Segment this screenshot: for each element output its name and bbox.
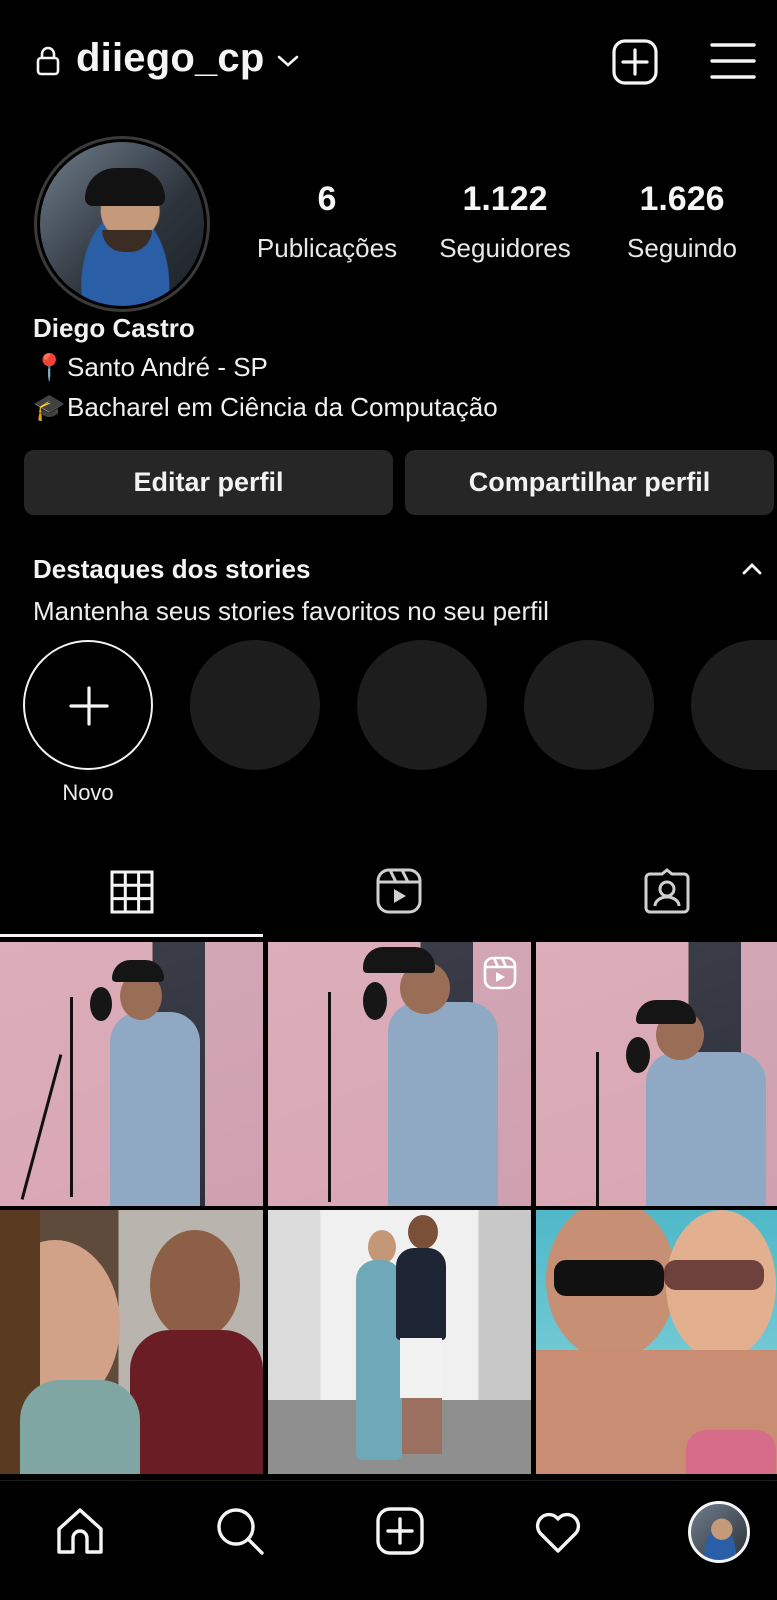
chevron-down-icon[interactable] bbox=[276, 52, 300, 70]
edit-profile-button[interactable]: Editar perfil bbox=[24, 450, 393, 515]
post-thumbnail[interactable] bbox=[536, 942, 777, 1206]
share-profile-button[interactable]: Compartilhar perfil bbox=[405, 450, 774, 515]
post-thumbnail[interactable] bbox=[268, 1210, 531, 1474]
followers-stat[interactable]: 1.122 Seguidores bbox=[428, 180, 582, 264]
bio-education: 🎓Bacharel em Ciência da Computação bbox=[33, 392, 498, 423]
top-bar: diiego_cp bbox=[0, 0, 777, 124]
menu-icon[interactable] bbox=[710, 41, 756, 81]
active-tab-indicator bbox=[0, 934, 263, 937]
bio-location-text: Santo André - SP bbox=[67, 352, 268, 382]
highlight-placeholder bbox=[357, 640, 487, 770]
profile-avatar[interactable] bbox=[688, 1501, 750, 1563]
reels-tab-icon[interactable] bbox=[376, 868, 422, 914]
followers-label: Seguidores bbox=[439, 233, 571, 263]
following-stat[interactable]: 1.626 Seguindo bbox=[612, 180, 752, 264]
post-thumbnail[interactable] bbox=[0, 1210, 263, 1474]
following-label: Seguindo bbox=[627, 233, 737, 263]
add-post-icon[interactable] bbox=[612, 39, 658, 85]
full-name: Diego Castro bbox=[33, 313, 195, 343]
plus-icon bbox=[69, 686, 109, 726]
username[interactable]: diiego_cp bbox=[76, 36, 265, 81]
avatar[interactable] bbox=[40, 142, 204, 306]
posts-stat[interactable]: 6 Publicações bbox=[246, 180, 408, 264]
home-icon[interactable] bbox=[54, 1505, 106, 1557]
post-thumbnail[interactable] bbox=[536, 1210, 777, 1474]
highlights-title: Destaques dos stories bbox=[33, 554, 311, 584]
highlight-placeholder bbox=[691, 640, 777, 770]
profile-page: diiego_cp 6 Publicações 1.122 Seguidores… bbox=[0, 0, 777, 1600]
graduation-cap-icon: 🎓 bbox=[33, 392, 66, 422]
new-highlight-button[interactable] bbox=[23, 640, 153, 770]
lock-icon bbox=[36, 46, 60, 76]
posts-label: Publicações bbox=[256, 233, 398, 263]
pin-icon: 📍 bbox=[33, 352, 66, 382]
posts-count: 6 bbox=[317, 180, 337, 218]
create-icon[interactable] bbox=[374, 1505, 426, 1557]
reels-icon bbox=[483, 956, 517, 990]
new-highlight-label: Novo bbox=[62, 780, 114, 805]
highlight-placeholder bbox=[190, 640, 320, 770]
search-icon[interactable] bbox=[214, 1505, 266, 1557]
post-thumbnail[interactable] bbox=[268, 942, 531, 1206]
highlights-subtitle: Mantenha seus stories favoritos no seu p… bbox=[33, 596, 549, 626]
tagged-tab-icon[interactable] bbox=[644, 868, 690, 914]
followers-count: 1.122 bbox=[462, 180, 548, 218]
bio-location: 📍Santo André - SP bbox=[33, 352, 268, 383]
grid-tab-icon[interactable] bbox=[110, 870, 154, 914]
highlight-placeholder bbox=[524, 640, 654, 770]
chevron-up-icon[interactable] bbox=[740, 560, 764, 576]
bottom-nav bbox=[0, 1480, 777, 1600]
heart-icon[interactable] bbox=[532, 1505, 584, 1557]
bio-education-text: Bacharel em Ciência da Computação bbox=[67, 392, 498, 422]
post-thumbnail[interactable] bbox=[0, 942, 263, 1206]
following-count: 1.626 bbox=[639, 180, 725, 218]
